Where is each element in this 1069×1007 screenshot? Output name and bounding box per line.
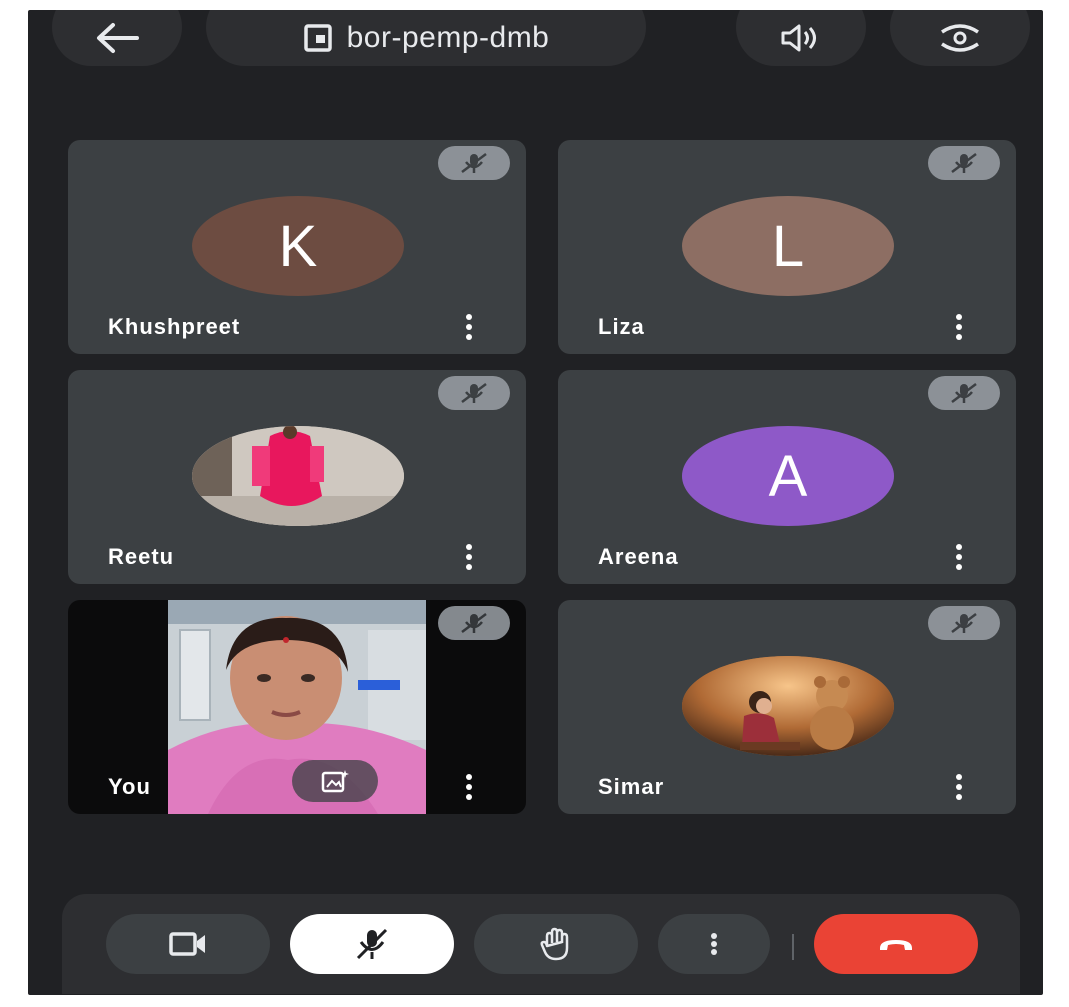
participant-name: You [108,774,151,799]
mic-off-icon [438,376,510,410]
meeting-room-icon [303,23,333,53]
participant-name: Liza [598,314,645,339]
self-video-tile[interactable]: You [68,600,526,814]
top-bar: bor-pemp-dmb [28,10,1043,74]
raise-hand-button[interactable] [474,914,638,974]
participant-tile[interactable]: A Areena [558,370,1016,584]
end-call-icon [876,934,916,954]
more-vert-icon[interactable] [954,774,964,800]
effects-button[interactable] [292,760,378,802]
more-vert-icon [709,932,719,956]
mic-off-icon [928,376,1000,410]
participant-tile[interactable]: Simar [558,600,1016,814]
self-camera-preview [168,600,426,814]
mic-off-icon [928,606,1000,640]
mic-off-icon [352,927,392,961]
mic-off-icon [438,606,510,640]
avatar-initial: L [771,213,805,279]
more-vert-icon[interactable] [464,774,474,800]
mic-toggle-button[interactable] [290,914,454,974]
flip-camera-icon [932,22,988,54]
person-photo [192,426,404,526]
end-call-button[interactable] [814,914,978,974]
more-vert-icon[interactable] [464,314,474,340]
avatar: A [682,426,894,526]
avatar-photo [192,426,404,526]
participant-name: Areena [598,544,679,569]
mic-off-icon [438,146,510,180]
meeting-code: bor-pemp-dmb [346,21,550,54]
arrow-left-icon [95,22,139,54]
teddy-bear-photo [682,656,894,756]
participant-tile[interactable]: L Liza [558,140,1016,354]
participant-tile[interactable]: K Khushpreet [68,140,526,354]
raise-hand-icon [538,926,574,962]
mic-off-icon [928,146,1000,180]
call-controls-bar [62,894,1020,994]
avatar-initial: K [278,213,318,279]
avatar: L [682,196,894,296]
participant-name: Reetu [108,544,175,569]
more-vert-icon[interactable] [464,544,474,570]
video-camera-icon [168,930,208,958]
camera-toggle-button[interactable] [106,914,270,974]
participant-name: Simar [598,774,665,799]
more-vert-icon[interactable] [954,314,964,340]
participant-tile[interactable]: Reetu [68,370,526,584]
back-button[interactable] [52,10,182,66]
meeting-screen: bor-pemp-dmb K Khushpreet L Liza Reetu A… [28,10,1043,995]
avatar-initial: A [768,443,808,509]
participant-name: Khushpreet [108,314,241,339]
effects-icon [320,768,350,794]
more-options-button[interactable] [658,914,770,974]
speaker-button[interactable] [736,10,866,66]
avatar-photo [682,656,894,756]
avatar: K [192,196,404,296]
more-vert-icon[interactable] [954,544,964,570]
controls-divider [792,934,794,960]
flip-camera-button[interactable] [890,10,1030,66]
meeting-title-button[interactable]: bor-pemp-dmb [206,10,646,66]
speaker-icon [779,22,823,54]
